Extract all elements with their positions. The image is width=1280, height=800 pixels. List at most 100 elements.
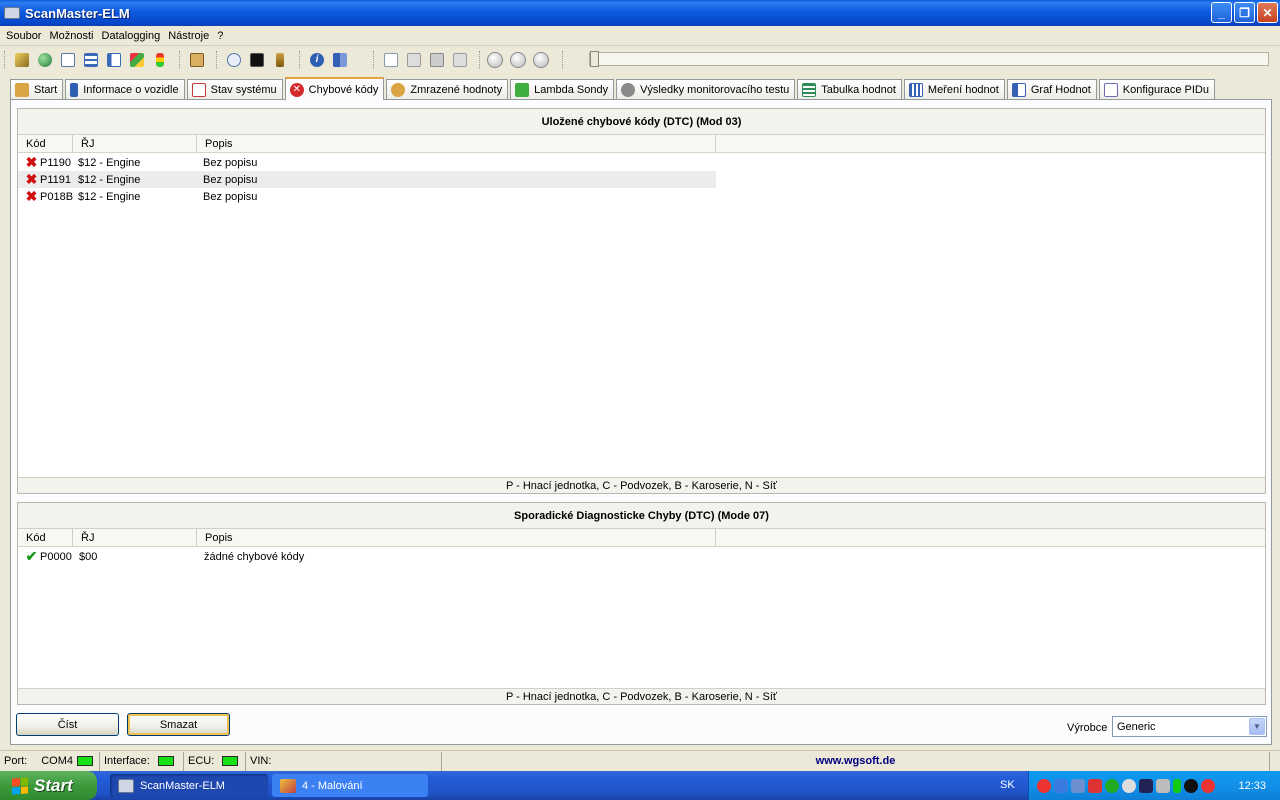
tab-vehicle-info[interactable]: Informace o vozidle	[65, 79, 185, 100]
clear-button[interactable]: Smazat	[127, 713, 230, 736]
table-row[interactable]: ✖ P1190 $12 - Engine Bez popisu	[18, 154, 716, 171]
minimize-button[interactable]: _	[1211, 2, 1232, 23]
column-code[interactable]: Kód	[18, 134, 73, 153]
antivirus-icon[interactable]	[1037, 778, 1051, 793]
website-link[interactable]: www.wgsoft.de	[442, 751, 1270, 771]
table-row[interactable]: ✔ P0000 $00 žádné chybové kódy	[18, 548, 716, 565]
tab-pid-config[interactable]: Konfigurace PIDu	[1098, 79, 1215, 100]
menu-bar: Soubor Možnosti Datalogging Nástroje ?	[0, 26, 1280, 46]
clipboard-icon[interactable]	[187, 50, 207, 70]
monitor-icon[interactable]	[1139, 778, 1153, 793]
security-check-icon[interactable]	[1105, 778, 1119, 793]
toolbar-separator	[479, 51, 481, 69]
battery-icon[interactable]	[1173, 778, 1181, 793]
sync-icon[interactable]	[1201, 778, 1215, 793]
port-value: COM4	[41, 755, 74, 767]
document-icon[interactable]	[58, 50, 78, 70]
dtc-description: Bez popisu	[203, 190, 258, 203]
vin-status: VIN:	[246, 751, 442, 771]
app-icon	[118, 778, 134, 793]
column-ecu[interactable]: ŘJ	[73, 134, 197, 153]
toolbar-separator	[179, 51, 181, 69]
read-button[interactable]: Číst	[16, 713, 119, 736]
table-row[interactable]: ✖ P018B $12 - Engine Bez popisu	[18, 188, 716, 205]
menu-moznosti[interactable]: Možnosti	[45, 30, 97, 42]
start-button[interactable]: Start	[0, 771, 97, 800]
language-indicator[interactable]: SK	[1000, 779, 1015, 791]
print-icon[interactable]	[450, 50, 470, 70]
menu-datalogging[interactable]: Datalogging	[98, 30, 165, 42]
stored-dtc-header: Kód ŘJ Popis	[18, 134, 1265, 153]
bluetooth-icon[interactable]	[1054, 778, 1068, 793]
slider-thumb[interactable]	[590, 51, 599, 67]
column-code[interactable]: Kód	[18, 528, 73, 547]
shield-icon[interactable]	[1088, 778, 1102, 793]
chat-icon[interactable]	[224, 50, 244, 70]
open-icon[interactable]	[404, 50, 424, 70]
snowflake-icon	[391, 83, 406, 97]
playback-slider[interactable]	[589, 51, 1269, 67]
tab-error-codes[interactable]: ✕ Chybové kódy	[284, 77, 385, 100]
tab-freeze-frame[interactable]: Zmrazené hodnoty	[386, 79, 509, 100]
wrench-icon[interactable]	[12, 50, 32, 70]
pending-dtc-header: Kód ŘJ Popis	[18, 528, 1265, 547]
home-icon	[15, 83, 29, 97]
dtc-code: P1191	[40, 173, 71, 186]
dtc-code: P018B	[40, 190, 74, 203]
record-icon[interactable]	[533, 52, 549, 68]
pending-dtc-legend: P - Hnací jednotka, C - Podvozek, B - Ka…	[18, 688, 1265, 704]
taskbar-item-scanmaster[interactable]: ScanMaster-ELM	[110, 774, 268, 797]
battery-icon[interactable]	[270, 50, 290, 70]
toolbar-separator	[562, 51, 564, 69]
tab-graph[interactable]: Graf Hodnot	[1006, 79, 1097, 100]
chart-icon[interactable]	[104, 50, 124, 70]
dtc-ecu: $12 - Engine	[78, 173, 141, 186]
menu-help[interactable]: ?	[213, 30, 227, 42]
globe-icon[interactable]	[35, 50, 55, 70]
manufacturer-label: Výrobce	[1067, 722, 1108, 734]
ecu-label: ECU:	[188, 755, 215, 767]
menu-soubor[interactable]: Soubor	[2, 30, 45, 42]
book-icon[interactable]	[330, 50, 350, 70]
traffic-light-icon[interactable]	[150, 50, 170, 70]
taskbar-item-paint[interactable]: 4 - Malování	[272, 774, 428, 797]
new-file-icon[interactable]	[381, 50, 401, 70]
clock[interactable]: 12:33	[1238, 780, 1266, 792]
tab-value-table[interactable]: Tabulka hodnot	[797, 79, 902, 100]
speaker-icon[interactable]	[1156, 778, 1170, 793]
column-description[interactable]: Popis	[197, 134, 716, 153]
stop-icon[interactable]	[510, 52, 526, 68]
close-button[interactable]: ✕	[1257, 2, 1278, 23]
column-description[interactable]: Popis	[197, 528, 716, 547]
tab-system-status[interactable]: Stav systému	[186, 79, 283, 100]
menu-nastroje[interactable]: Nástroje	[164, 30, 213, 42]
stored-dtc-panel: Uložené chybové kódy (DTC) (Mod 03) Kód …	[17, 108, 1266, 494]
error-cross-icon: ✖	[25, 171, 38, 187]
play-icon[interactable]	[487, 52, 503, 68]
resize-grip[interactable]	[1270, 752, 1280, 771]
restore-button[interactable]: ❐	[1234, 2, 1255, 23]
chevron-down-icon[interactable]: ▼	[1249, 718, 1265, 735]
manufacturer-select[interactable]: Generic ▼	[1112, 716, 1267, 737]
table-row[interactable]: ✖ P1191 $12 - Engine Bez popisu	[18, 171, 716, 188]
taskbar: Start ScanMaster-ELM 4 - Malování SK 12:…	[0, 771, 1280, 800]
vin-label: VIN:	[250, 755, 272, 767]
map-icon[interactable]	[127, 50, 147, 70]
tab-lambda-sensors[interactable]: Lambda Sondy	[510, 79, 615, 100]
ecu-led-icon	[222, 756, 239, 766]
table-icon[interactable]	[81, 50, 101, 70]
gear-icon	[621, 83, 636, 97]
tab-measurement[interactable]: Meření hodnot	[903, 79, 1005, 100]
info-icon[interactable]: i	[307, 50, 327, 70]
tab-monitor-test[interactable]: Výsledky monitorovacího testu	[616, 79, 796, 100]
gear-icon[interactable]	[1122, 778, 1136, 793]
pending-dtc-title: Sporadické Diagnosticke Chyby (DTC) (Mod…	[18, 503, 1265, 529]
eye-icon[interactable]	[1184, 778, 1198, 793]
save-icon[interactable]	[427, 50, 447, 70]
toolbar-separator	[216, 51, 218, 69]
column-ecu[interactable]: ŘJ	[73, 528, 197, 547]
tab-start[interactable]: Start	[10, 79, 64, 100]
port-led-icon	[77, 756, 94, 766]
network-icon[interactable]	[1071, 778, 1085, 793]
terminal-icon[interactable]	[247, 50, 267, 70]
